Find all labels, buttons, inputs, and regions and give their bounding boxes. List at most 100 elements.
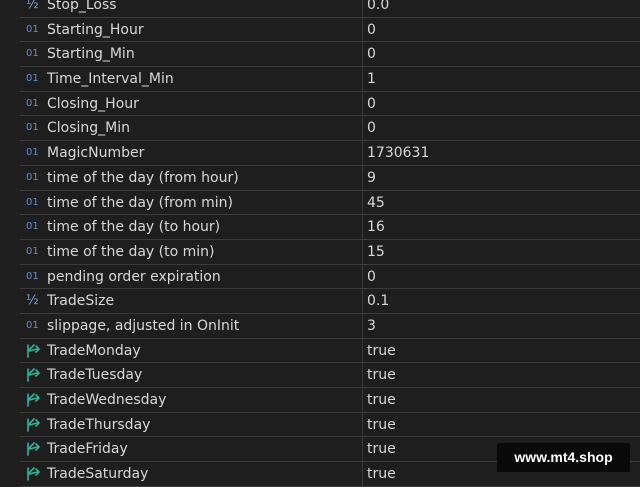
param-name: TradeWednesday bbox=[47, 392, 167, 408]
param-name-cell: TradeTuesday bbox=[20, 363, 363, 387]
param-row[interactable]: ½ Stop_Loss 0.0 bbox=[20, 0, 640, 18]
integer-type-icon: 01 bbox=[26, 270, 39, 282]
param-row[interactable]: 01 time of the day (from hour) 9 bbox=[20, 165, 640, 191]
param-value-cell[interactable]: true bbox=[363, 388, 640, 412]
param-value[interactable]: 0.0 bbox=[367, 0, 389, 17]
integer-type-icon: 01 bbox=[26, 245, 39, 257]
param-value-cell[interactable]: 1730631 bbox=[363, 141, 640, 165]
param-name: TradeFriday bbox=[47, 441, 128, 458]
param-value-cell[interactable]: 0 bbox=[363, 265, 640, 289]
param-name: Time_Interval_Min bbox=[47, 71, 174, 88]
param-row[interactable]: 01 Closing_Hour 0 bbox=[20, 91, 640, 117]
param-row[interactable]: 01 Starting_Min 0 bbox=[20, 42, 640, 68]
integer-type-icon: 01 bbox=[26, 196, 39, 208]
param-value[interactable]: 0 bbox=[367, 42, 376, 66]
param-value-cell[interactable]: 0 bbox=[363, 116, 640, 140]
param-value-cell[interactable]: 45 bbox=[363, 191, 640, 215]
param-row[interactable]: 01 Starting_Hour 0 bbox=[20, 17, 640, 43]
param-value-cell[interactable]: 0.0 bbox=[363, 0, 640, 17]
param-value-cell[interactable]: 0 bbox=[363, 92, 640, 116]
param-value[interactable]: true bbox=[367, 462, 396, 486]
watermark-text: www.mt4.shop bbox=[514, 449, 613, 465]
param-value[interactable]: true bbox=[367, 363, 396, 387]
param-row[interactable]: 01 MagicNumber 1730631 bbox=[20, 141, 640, 166]
param-value[interactable]: 45 bbox=[367, 191, 385, 215]
param-value-cell[interactable]: 0.1 bbox=[363, 289, 640, 313]
bool-arrow-icon bbox=[26, 417, 44, 432]
integer-type-icon: 01 bbox=[26, 23, 39, 35]
param-name: time of the day (to min) bbox=[47, 243, 215, 260]
param-value-cell[interactable]: true bbox=[363, 339, 640, 363]
param-name-cell: ½ Stop_Loss bbox=[20, 0, 363, 17]
param-name-cell: 01 time of the day (from hour) bbox=[20, 165, 363, 190]
param-name-cell: TradeMonday bbox=[20, 338, 363, 363]
param-value[interactable]: 16 bbox=[367, 215, 385, 239]
param-row[interactable]: 01 pending order expiration 0 bbox=[20, 264, 640, 290]
param-value-cell[interactable]: 0 bbox=[363, 18, 640, 42]
param-name-cell: 01 Starting_Hour bbox=[20, 17, 363, 42]
param-value-cell[interactable]: 16 bbox=[363, 215, 640, 239]
param-row[interactable]: TradeThursday true bbox=[20, 412, 640, 438]
param-value-cell[interactable]: true bbox=[363, 413, 640, 437]
param-value[interactable]: 1730631 bbox=[367, 141, 429, 165]
param-name-cell: 01 pending order expiration bbox=[20, 264, 363, 289]
param-value[interactable]: 0.1 bbox=[367, 289, 389, 313]
param-value[interactable]: true bbox=[367, 388, 396, 412]
param-name: Starting_Hour bbox=[47, 21, 144, 38]
param-name-cell: TradeThursday bbox=[20, 412, 363, 437]
param-value[interactable]: 15 bbox=[367, 240, 385, 264]
param-name-cell: 01 MagicNumber bbox=[20, 141, 363, 165]
param-value-cell[interactable]: true bbox=[363, 363, 640, 387]
param-row[interactable]: 01 Closing_Min 0 bbox=[20, 116, 640, 142]
param-row[interactable]: 01 Time_Interval_Min 1 bbox=[20, 67, 640, 92]
bool-arrow-icon bbox=[26, 442, 44, 457]
param-name: MagicNumber bbox=[47, 145, 145, 162]
param-name-cell: TradeFriday bbox=[20, 437, 363, 462]
param-name-cell: 01 slippage, adjusted in OnInit bbox=[20, 313, 363, 338]
param-row[interactable]: 01 time of the day (from min) 45 bbox=[20, 190, 640, 216]
param-row[interactable]: 01 time of the day (to hour) 16 bbox=[20, 215, 640, 240]
param-row[interactable]: ½ TradeSize 0.1 bbox=[20, 289, 640, 314]
param-name-cell: 01 Closing_Min bbox=[20, 116, 363, 141]
param-name: slippage, adjusted in OnInit bbox=[47, 317, 240, 334]
param-name-cell: TradeWednesday bbox=[20, 388, 363, 412]
param-value[interactable]: true bbox=[367, 437, 396, 461]
param-name-cell: 01 Starting_Min bbox=[20, 42, 363, 67]
param-value-cell[interactable]: 3 bbox=[363, 314, 640, 338]
fraction-type-icon: ½ bbox=[26, 0, 39, 12]
param-row[interactable]: TradeWednesday true bbox=[20, 388, 640, 413]
param-name-cell: ½ TradeSize bbox=[20, 289, 363, 313]
param-value[interactable]: 1 bbox=[367, 67, 376, 91]
integer-type-icon: 01 bbox=[26, 319, 39, 331]
param-name: pending order expiration bbox=[47, 268, 221, 285]
param-value[interactable]: 0 bbox=[367, 18, 376, 42]
integer-type-icon: 01 bbox=[26, 221, 39, 233]
param-name-cell: 01 time of the day (to min) bbox=[20, 239, 363, 264]
param-row[interactable]: 01 time of the day (to min) 15 bbox=[20, 239, 640, 265]
bool-arrow-icon bbox=[26, 368, 44, 383]
param-value-cell[interactable]: 1 bbox=[363, 67, 640, 91]
param-value-cell[interactable]: 15 bbox=[363, 240, 640, 264]
param-name-cell: 01 time of the day (from min) bbox=[20, 190, 363, 215]
param-name: Stop_Loss bbox=[47, 0, 117, 13]
param-row[interactable]: 01 slippage, adjusted in OnInit 3 bbox=[20, 313, 640, 339]
param-value[interactable]: 0 bbox=[367, 116, 376, 140]
param-value-cell[interactable]: 0 bbox=[363, 42, 640, 66]
integer-type-icon: 01 bbox=[26, 97, 39, 109]
param-name: TradeMonday bbox=[47, 342, 141, 359]
param-value[interactable]: 0 bbox=[367, 265, 376, 289]
param-value-cell[interactable]: 9 bbox=[363, 166, 640, 190]
param-row[interactable]: TradeMonday true bbox=[20, 338, 640, 364]
param-row[interactable]: TradeTuesday true bbox=[20, 363, 640, 388]
param-name-cell: 01 time of the day (to hour) bbox=[20, 215, 363, 239]
param-value[interactable]: 0 bbox=[367, 92, 376, 116]
param-name: TradeSaturday bbox=[47, 466, 149, 483]
bool-arrow-icon bbox=[26, 467, 44, 481]
param-value[interactable]: true bbox=[367, 413, 396, 437]
param-name-cell: TradeSaturday bbox=[20, 462, 363, 486]
parameters-grid: ½ Stop_Loss 0.0 01 Starting_Hour 0 01 St… bbox=[20, 0, 640, 487]
param-value[interactable]: 9 bbox=[367, 166, 376, 190]
param-value[interactable]: 3 bbox=[367, 314, 376, 338]
param-name-cell: 01 Closing_Hour bbox=[20, 91, 363, 116]
param-value[interactable]: true bbox=[367, 339, 396, 363]
